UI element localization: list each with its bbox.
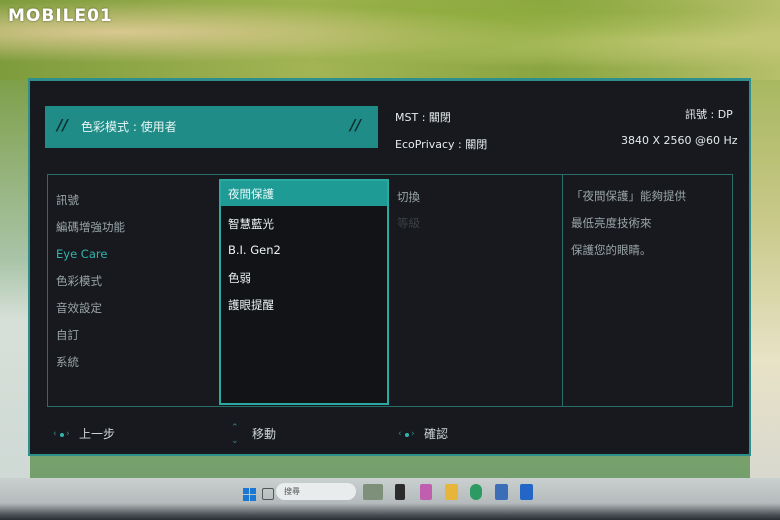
nav-back-label: 上一步 <box>79 427 116 441</box>
submenu-item-bi-gen2[interactable]: B.I. Gen2 <box>228 243 281 257</box>
color-mode-bar[interactable]: // 色彩模式 : 使用者 // <box>45 106 378 148</box>
move-control-icon: ⌃ ⌄ <box>231 422 239 446</box>
nav-confirm[interactable]: ‹ › 確認 <box>398 425 448 444</box>
background-photo <box>0 0 780 80</box>
background-right <box>750 80 780 480</box>
outlook-icon[interactable] <box>520 484 533 500</box>
slash-left-icon: // <box>57 116 68 134</box>
options-column: 切換 等級 <box>389 175 563 406</box>
submenu-item-smart-bluelight[interactable]: 智慧藍光 <box>228 216 274 232</box>
edge-icon[interactable] <box>470 484 482 500</box>
confirm-control-icon: ‹ › <box>398 428 415 439</box>
store-icon[interactable] <box>495 484 508 500</box>
submenu-item-label: 夜間保護 <box>228 187 274 201</box>
submenu: 夜間保護 智慧藍光 B.I. Gen2 色弱 護眼提醒 <box>219 179 389 405</box>
main-menu-item-color-mode[interactable]: 色彩模式 <box>56 273 102 289</box>
submenu-item-eye-reminder[interactable]: 護眼提醒 <box>228 297 274 313</box>
mst-status: MST : 關閉 <box>395 111 451 124</box>
submenu-item-night-protection[interactable]: 夜間保護 <box>221 181 387 206</box>
submenu-item-color-weakness[interactable]: 色弱 <box>228 270 251 286</box>
windows-taskbar: 搜尋 <box>0 478 780 520</box>
taskbar-search-input[interactable]: 搜尋 <box>276 483 356 500</box>
menu-area: 訊號 編碼增強功能 Eye Care 色彩模式 音效設定 自訂 系統 夜間保護 … <box>47 174 733 407</box>
main-menu-item-custom[interactable]: 自訂 <box>56 327 79 343</box>
monitor-osd-panel: // 色彩模式 : 使用者 // MST : 關閉 EcoPrivacy : 關… <box>28 78 751 456</box>
search-placeholder: 搜尋 <box>284 487 300 496</box>
nav-move-label: 移動 <box>252 427 277 441</box>
nav-confirm-label: 確認 <box>424 427 449 441</box>
search-icon[interactable] <box>262 488 274 500</box>
main-menu-item-audio[interactable]: 音效設定 <box>56 300 102 316</box>
main-menu-item-signal[interactable]: 訊號 <box>56 192 79 208</box>
explorer-icon[interactable] <box>395 484 405 500</box>
nav-back[interactable]: ‹ › 上一步 <box>53 425 115 444</box>
ecoprivacy-status: EcoPrivacy : 關閉 <box>395 138 488 151</box>
option-switch[interactable]: 切換 <box>397 189 420 205</box>
main-menu-item-encoding[interactable]: 編碼增強功能 <box>56 219 125 235</box>
back-control-icon: ‹ › <box>53 428 70 439</box>
color-mode-label: 色彩模式 : 使用者 <box>81 120 177 134</box>
signal-status: 訊號 : DP <box>685 108 733 121</box>
main-menu-item-system[interactable]: 系統 <box>56 354 79 370</box>
description-line-1: 「夜間保護」能夠提供 <box>571 189 686 203</box>
file-explorer-icon[interactable] <box>445 484 458 500</box>
description-line-3: 保護您的眼睛。 <box>571 243 652 257</box>
watermark-logo: MOBILE01 <box>8 6 113 26</box>
widgets-icon[interactable] <box>363 484 383 500</box>
background-left <box>0 80 30 480</box>
windows-start-icon[interactable] <box>243 486 256 501</box>
option-level: 等級 <box>397 216 420 230</box>
nav-move[interactable]: ⌃ ⌄ 移動 <box>226 422 277 446</box>
slash-right-icon: // <box>350 116 361 134</box>
description-column: 「夜間保護」能夠提供 最低亮度技術來 保護您的眼睛。 <box>563 175 733 406</box>
main-menu-item-eye-care[interactable]: Eye Care <box>56 247 107 261</box>
description-line-2: 最低亮度技術來 <box>571 216 652 230</box>
copilot-icon[interactable] <box>420 484 432 500</box>
resolution-status: 3840 X 2560 @60 Hz <box>621 134 738 147</box>
main-menu: 訊號 編碼增強功能 Eye Care 色彩模式 音效設定 自訂 系統 <box>48 175 218 406</box>
